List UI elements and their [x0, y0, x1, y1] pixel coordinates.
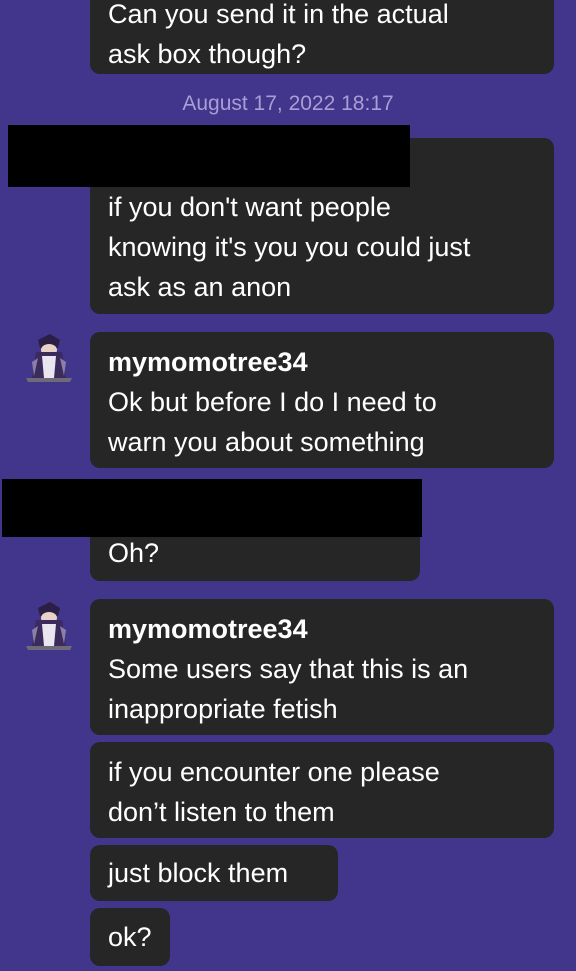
- message-text: ask as an anon: [108, 272, 292, 302]
- message-text: inappropriate fetish: [108, 694, 338, 724]
- message-text: ask box though?: [108, 39, 307, 69]
- message-text: Oh?: [108, 538, 160, 568]
- message-text: Can you send it in the actual: [108, 0, 449, 29]
- message-bubble: if you encounter one please don’t listen…: [90, 742, 554, 838]
- message-bubble: ok?: [90, 908, 170, 966]
- message-text: if you don't want people: [108, 192, 391, 222]
- message-text: ok?: [108, 922, 152, 952]
- message-bubble: mymomotree34 Some users say that this is…: [90, 599, 554, 735]
- character-avatar-icon[interactable]: [24, 332, 74, 382]
- message-text: Some users say that this is an: [108, 654, 469, 684]
- redaction-box: [2, 479, 422, 537]
- message-timestamp: August 17, 2022 18:17: [182, 92, 394, 115]
- message-text: warn you about something: [108, 427, 425, 457]
- redaction-box: [8, 125, 410, 187]
- message-text: knowing it's you you could just: [108, 232, 471, 262]
- message-text: just block them: [108, 858, 289, 888]
- character-avatar-icon[interactable]: [24, 600, 74, 650]
- message-text: don’t listen to them: [108, 797, 335, 827]
- message-bubble: just block them: [90, 845, 338, 901]
- message-bubble: Can you send it in the actual ask box th…: [90, 0, 554, 74]
- message-text: if you encounter one please: [108, 757, 440, 787]
- sender-name[interactable]: mymomotree34: [108, 609, 468, 649]
- sender-name[interactable]: mymomotree34: [108, 342, 437, 382]
- message-text: Ok but before I do I need to: [108, 387, 437, 417]
- message-bubble: mymomotree34 Ok but before I do I need t…: [90, 332, 554, 468]
